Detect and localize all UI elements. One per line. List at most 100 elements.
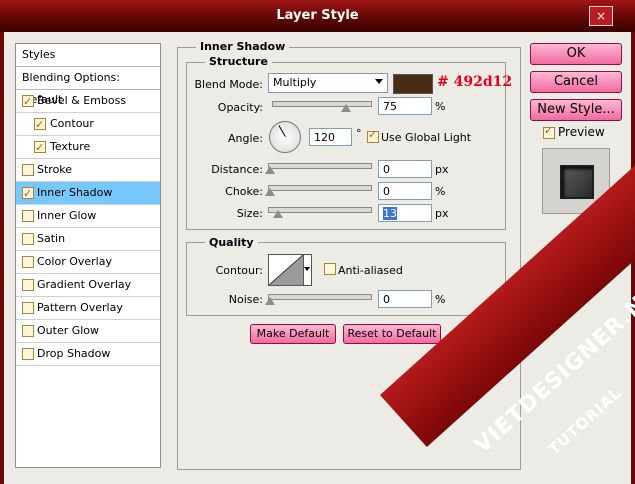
angle-dial[interactable]: [269, 121, 301, 153]
style-item-label: Texture: [50, 140, 91, 153]
style-item-texture[interactable]: Texture: [16, 136, 160, 159]
style-item-checkbox[interactable]: [22, 210, 34, 222]
size-label: Size:: [236, 207, 263, 220]
style-item-checkbox[interactable]: [22, 91, 34, 113]
reset-to-default-button[interactable]: Reset to Default: [343, 324, 441, 344]
style-item-checkbox[interactable]: [22, 302, 34, 314]
style-item-label: Stroke: [37, 163, 73, 176]
preview-label: Preview: [558, 125, 605, 139]
contour-dropdown[interactable]: [303, 254, 312, 286]
style-item-checkbox[interactable]: [22, 279, 34, 291]
size-slider-thumb[interactable]: [273, 210, 284, 218]
contour-label: Contour:: [215, 264, 263, 277]
panel-title: Inner Shadow: [196, 40, 290, 53]
new-style-button[interactable]: New Style...: [530, 99, 622, 121]
style-item-checkbox[interactable]: [22, 164, 34, 176]
style-item-label: Color Overlay: [37, 255, 112, 268]
angle-label: Angle:: [227, 132, 263, 145]
global-light-label: Use Global Light: [381, 131, 472, 144]
style-item-label: Contour: [50, 117, 94, 130]
preview-checkbox[interactable]: [543, 124, 555, 139]
style-item-color-overlay[interactable]: Color Overlay: [16, 251, 160, 274]
noise-slider-thumb[interactable]: [265, 297, 275, 305]
style-item-inner-shadow[interactable]: Inner Shadow: [16, 182, 160, 205]
dialog-title: Layer Style: [276, 8, 359, 23]
blend-mode-select[interactable]: Multiply: [268, 73, 388, 93]
style-item-label: Outer Glow: [37, 324, 100, 337]
opacity-unit: %: [435, 100, 446, 113]
choke-slider-thumb[interactable]: [265, 188, 275, 196]
style-item-label: Inner Glow: [37, 209, 97, 222]
distance-unit: px: [435, 163, 449, 176]
size-input[interactable]: 13: [378, 204, 432, 222]
size-unit: px: [435, 207, 449, 220]
blend-mode-label: Blend Mode:: [194, 78, 264, 91]
styles-list: Styles Blending Options: Default Bevel &…: [15, 43, 161, 468]
anti-aliased-label: Anti-aliased: [338, 264, 403, 277]
anti-aliased-checkbox[interactable]: [324, 263, 336, 275]
degree-unit: °: [356, 127, 362, 140]
window-frame-left: [0, 32, 4, 484]
style-item-gradient-overlay[interactable]: Gradient Overlay: [16, 274, 160, 297]
noise-label: Noise:: [228, 293, 263, 306]
opacity-input[interactable]: 75: [378, 97, 432, 115]
style-item-checkbox[interactable]: [34, 137, 46, 159]
style-item-label: Pattern Overlay: [37, 301, 123, 314]
contour-picker[interactable]: [268, 254, 304, 286]
style-item-drop-shadow[interactable]: Drop Shadow: [16, 343, 160, 366]
style-item-label: Gradient Overlay: [37, 278, 132, 291]
quality-title: Quality: [205, 236, 258, 249]
color-annotation: # 492d12: [437, 74, 513, 90]
style-item-bevel-emboss[interactable]: Bevel & Emboss: [16, 90, 160, 113]
choke-input[interactable]: 0: [378, 182, 432, 200]
distance-input[interactable]: 0: [378, 160, 432, 178]
size-value: 13: [383, 207, 397, 220]
opacity-slider-thumb[interactable]: [340, 104, 351, 112]
noise-slider[interactable]: [268, 294, 372, 300]
opacity-label: Opacity:: [217, 101, 263, 114]
choke-slider[interactable]: [268, 185, 372, 191]
chevron-down-icon: [375, 79, 383, 84]
shadow-color-swatch[interactable]: [393, 74, 433, 94]
cancel-button[interactable]: Cancel: [530, 71, 622, 93]
global-light-checkbox[interactable]: [367, 128, 379, 143]
structure-title: Structure: [205, 55, 272, 68]
style-item-checkbox[interactable]: [34, 114, 46, 136]
layer-style-dialog: Layer Style × Styles Blending Options: D…: [0, 0, 635, 484]
choke-label: Choke:: [225, 185, 263, 198]
style-item-outer-glow[interactable]: Outer Glow: [16, 320, 160, 343]
close-button[interactable]: ×: [589, 6, 613, 26]
style-item-inner-glow[interactable]: Inner Glow: [16, 205, 160, 228]
ok-button[interactable]: OK: [530, 43, 622, 65]
style-item-label: Bevel & Emboss: [37, 94, 127, 107]
distance-slider-thumb[interactable]: [265, 166, 275, 174]
style-item-label: Drop Shadow: [37, 347, 111, 360]
make-default-button[interactable]: Make Default: [250, 324, 336, 344]
style-item-checkbox[interactable]: [22, 325, 34, 337]
choke-unit: %: [435, 185, 446, 198]
style-item-stroke[interactable]: Stroke: [16, 159, 160, 182]
style-item-checkbox[interactable]: [22, 183, 34, 205]
chevron-down-icon: [304, 267, 310, 271]
noise-input[interactable]: 0: [378, 290, 432, 308]
style-item-label: Inner Shadow: [37, 186, 113, 199]
style-item-pattern-overlay[interactable]: Pattern Overlay: [16, 297, 160, 320]
style-item-checkbox[interactable]: [22, 348, 34, 360]
opacity-slider[interactable]: [272, 101, 372, 107]
style-item-satin[interactable]: Satin: [16, 228, 160, 251]
blend-mode-value: Multiply: [273, 76, 317, 89]
style-item-contour[interactable]: Contour: [16, 113, 160, 136]
distance-label: Distance:: [211, 163, 263, 176]
angle-input[interactable]: 120: [309, 128, 352, 146]
noise-unit: %: [435, 293, 446, 306]
style-item-checkbox[interactable]: [22, 233, 34, 245]
style-item-checkbox[interactable]: [22, 256, 34, 268]
distance-slider[interactable]: [268, 163, 372, 169]
title-bar: Layer Style ×: [0, 0, 635, 32]
styles-header[interactable]: Styles: [16, 44, 160, 67]
angle-needle: [278, 125, 286, 137]
size-slider[interactable]: [268, 207, 372, 213]
preview-thumbnail: [560, 165, 594, 199]
blending-options-item[interactable]: Blending Options: Default: [16, 67, 160, 106]
contour-linear-icon: [268, 254, 304, 286]
